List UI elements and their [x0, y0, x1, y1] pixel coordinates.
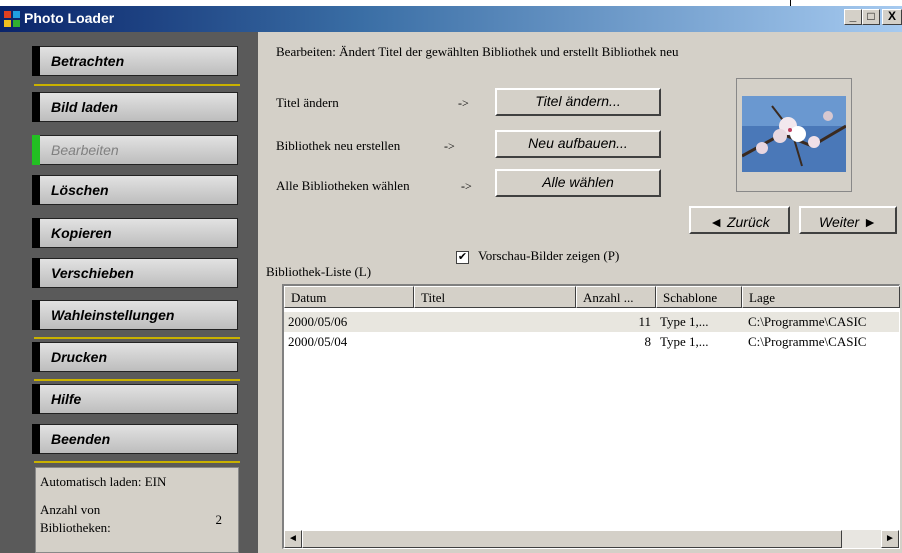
auto-load-status: Automatisch laden: EIN — [40, 474, 167, 489]
button-cap — [32, 342, 40, 372]
scrollbar-thumb[interactable] — [302, 530, 842, 548]
library-count-label-2: Bibliotheken: — [40, 520, 111, 535]
nav-label: Bearbeiten — [51, 142, 119, 158]
maximize-button[interactable]: □ — [862, 9, 880, 25]
column-header-date[interactable]: Datum — [284, 286, 414, 308]
row-date: 2000/05/04 — [288, 334, 348, 349]
row-template: Type 1,... — [660, 334, 709, 349]
nav-bild-laden-button[interactable]: Bild laden — [32, 92, 238, 122]
nav-betrachten-button[interactable]: Betrachten — [32, 46, 238, 76]
separator — [34, 84, 240, 86]
nav-verschieben-button[interactable]: Verschieben — [32, 258, 238, 288]
nav-label: Kopieren — [51, 225, 112, 241]
row-location: C:\Programme\CASIC — [748, 314, 867, 329]
next-button[interactable]: Weiter ► — [799, 206, 897, 234]
separator — [34, 337, 240, 339]
table-row[interactable]: 2000/05/06 11 Type 1,... C:\Programme\CA… — [284, 312, 899, 332]
arrow-indicator: -> — [458, 96, 469, 110]
rebuild-label: Bibliothek neu erstellen — [276, 138, 401, 153]
app-icon — [4, 11, 20, 27]
select-all-button[interactable]: Alle wählen — [495, 169, 661, 197]
next-label: Weiter — [819, 214, 860, 230]
description-text: Bearbeiten: Ändert Titel der gewählten B… — [276, 44, 679, 59]
nav-loeschen-button[interactable]: Löschen — [32, 175, 238, 205]
list-label: Bibliothek-Liste (L) — [266, 264, 372, 279]
preview-thumbnail — [742, 96, 846, 172]
window-title: Photo Loader — [24, 10, 115, 26]
active-marker — [32, 135, 40, 165]
back-button[interactable]: ◄ Zurück — [689, 206, 790, 234]
rebuild-button[interactable]: Neu aufbauen... — [495, 130, 661, 158]
row-count: 11 — [638, 314, 651, 329]
rename-label: Titel ändern — [276, 95, 339, 110]
table-row[interactable]: 2000/05/04 8 Type 1,... C:\Programme\CAS… — [284, 332, 899, 352]
button-cap — [32, 46, 40, 76]
nav-label: Drucken — [51, 349, 108, 365]
nav-label: Löschen — [51, 182, 109, 198]
button-cap — [32, 424, 40, 454]
preview-checkbox-label: Vorschau-Bilder zeigen (P) — [478, 248, 620, 263]
separator — [34, 461, 240, 463]
separator — [34, 379, 240, 381]
row-date: 2000/05/06 — [288, 314, 348, 329]
nav-label: Bild laden — [51, 99, 118, 115]
rename-button[interactable]: Titel ändern... — [495, 88, 661, 116]
main-panel: Bearbeiten: Ändert Titel der gewählten B… — [258, 32, 902, 553]
minimize-button[interactable]: _ — [844, 9, 862, 25]
button-cap — [32, 92, 40, 122]
row-location: C:\Programme\CASIC — [748, 334, 867, 349]
button-cap — [32, 384, 40, 414]
nav-label: Verschieben — [51, 265, 134, 281]
select-all-button-label: Alle wählen — [542, 174, 614, 190]
nav-label: Beenden — [51, 431, 111, 447]
close-button[interactable]: X — [882, 9, 902, 25]
arrow-indicator: -> — [444, 139, 455, 153]
column-header-count[interactable]: Anzahl ... — [576, 286, 656, 308]
nav-bearbeiten-button: Bearbeiten — [32, 135, 238, 165]
button-cap — [32, 175, 40, 205]
status-panel: Automatisch laden: EIN Anzahl von Biblio… — [35, 467, 239, 553]
button-cap — [32, 218, 40, 248]
library-count-value: 2 — [215, 512, 223, 527]
library-list[interactable]: Datum Titel Anzahl ... Schablone Lage 20… — [282, 284, 900, 549]
row-count: 8 — [644, 334, 652, 349]
next-button-label: Weiter ► — [819, 214, 877, 230]
list-header: Datum Titel Anzahl ... Schablone Lage — [284, 286, 900, 308]
column-header-title[interactable]: Titel — [414, 286, 576, 308]
column-header-location[interactable]: Lage — [742, 286, 900, 308]
button-cap — [32, 258, 40, 288]
nav-hilfe-button[interactable]: Hilfe — [32, 384, 238, 414]
button-cap — [32, 300, 40, 330]
nav-label: Hilfe — [51, 391, 82, 407]
rename-button-label: Titel ändern... — [535, 93, 621, 109]
scroll-left-icon[interactable]: ◄ — [284, 530, 302, 548]
title-bar: Photo Loader — [0, 6, 902, 32]
back-button-label: ◄ Zurück — [709, 214, 770, 230]
nav-label: Wahleinstellungen — [51, 307, 175, 323]
arrow-indicator: -> — [461, 179, 472, 193]
scroll-right-icon[interactable]: ► — [881, 530, 899, 548]
back-label: Zurück — [726, 214, 770, 230]
row-template: Type 1,... — [660, 314, 709, 329]
select-all-label: Alle Bibliotheken wählen — [276, 178, 410, 193]
library-count-label: Anzahl von — [40, 502, 101, 517]
preview-checkbox[interactable]: ✔ — [456, 251, 469, 264]
horizontal-scrollbar[interactable]: ◄ ► — [284, 530, 899, 548]
nav-label: Betrachten — [51, 53, 125, 69]
nav-kopieren-button[interactable]: Kopieren — [32, 218, 238, 248]
nav-wahleinstellungen-button[interactable]: Wahleinstellungen — [32, 300, 238, 330]
nav-beenden-button[interactable]: Beenden — [32, 424, 238, 454]
nav-drucken-button[interactable]: Drucken — [32, 342, 238, 372]
rebuild-button-label: Neu aufbauen... — [528, 135, 628, 151]
preview-frame — [736, 78, 852, 192]
column-header-template[interactable]: Schablone — [656, 286, 742, 308]
